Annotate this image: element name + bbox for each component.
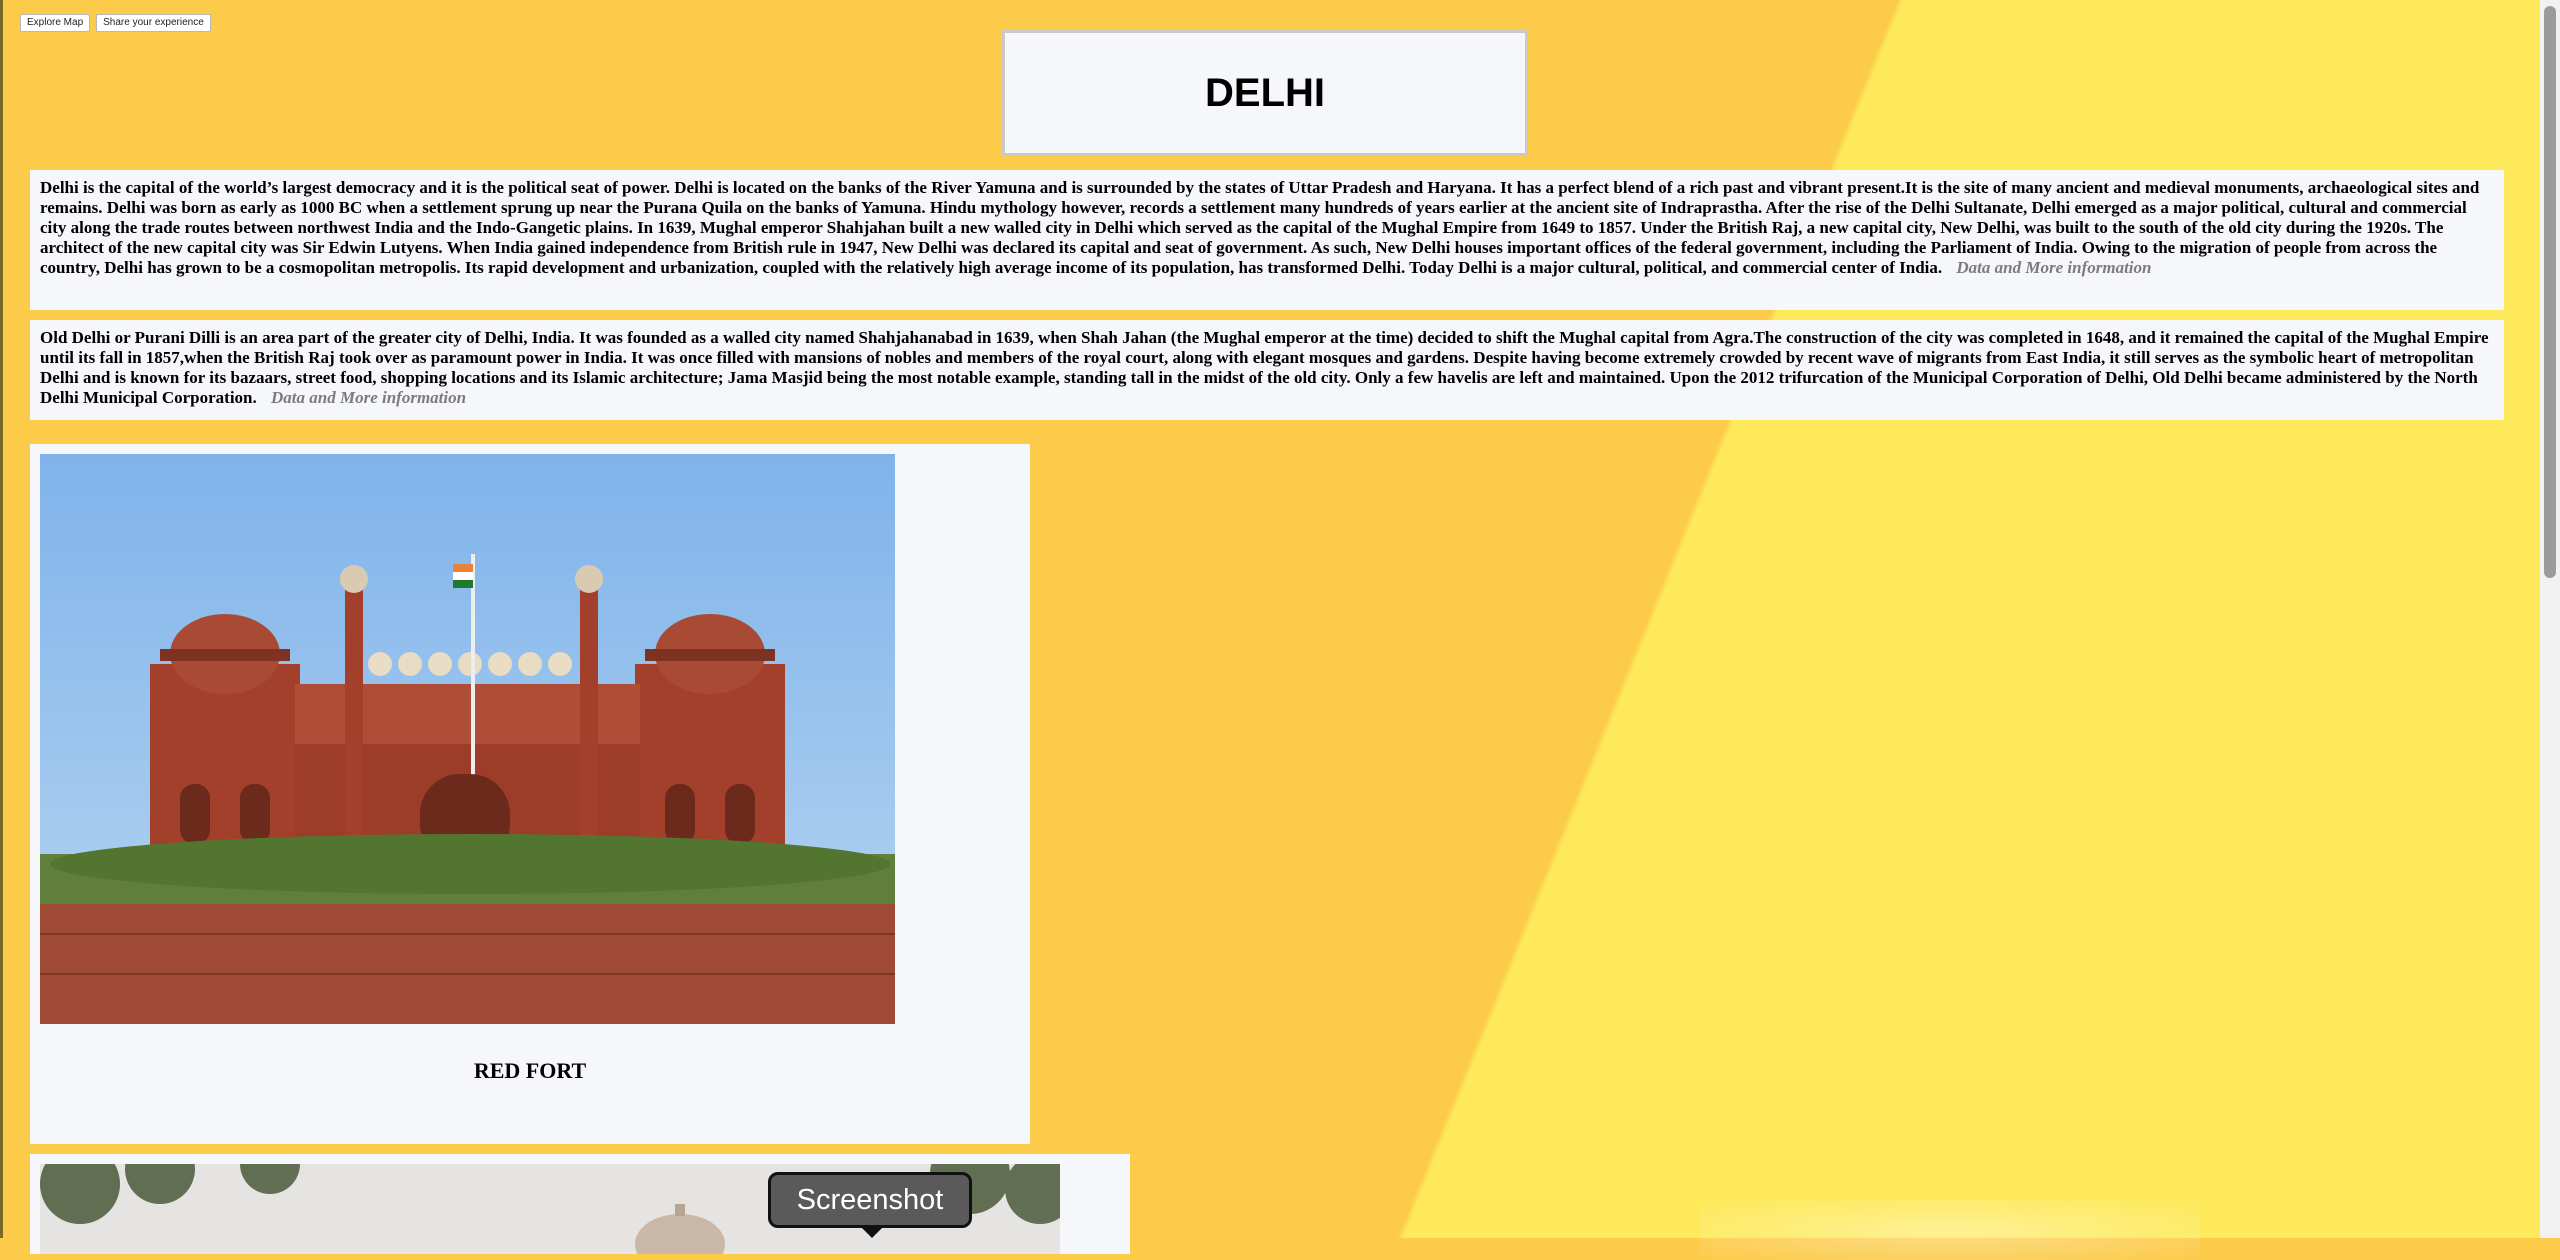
- delhi-intro-section: Delhi is the capital of the world’s larg…: [30, 170, 2504, 310]
- red-fort-photo[interactable]: [40, 454, 895, 1024]
- red-fort-image: [40, 454, 895, 1024]
- window-left-edge: [0, 0, 3, 1238]
- screenshot-tooltip: Screenshot: [768, 1172, 972, 1228]
- title-banner: DELHI: [1002, 30, 1528, 156]
- delhi-more-info-link[interactable]: Data and More information: [1956, 258, 2151, 277]
- page-title: DELHI: [1205, 70, 1325, 115]
- red-fort-caption: RED FORT: [473, 1058, 587, 1083]
- explore-map-button[interactable]: Explore Map: [20, 14, 91, 32]
- red-fort-card: RED FORT: [30, 444, 1030, 1144]
- tooltip-pointer: [860, 1226, 884, 1238]
- old-delhi-section: Old Delhi or Purani Dilli is an area par…: [30, 320, 2504, 420]
- share-experience-button[interactable]: Share your experience: [96, 14, 211, 32]
- top-toolbar: Explore Map Share your experience: [20, 14, 211, 32]
- scrollbar-thumb[interactable]: [2544, 6, 2556, 578]
- old-delhi-more-info-link[interactable]: Data and More information: [271, 388, 466, 407]
- background-glow: [1700, 1200, 2200, 1260]
